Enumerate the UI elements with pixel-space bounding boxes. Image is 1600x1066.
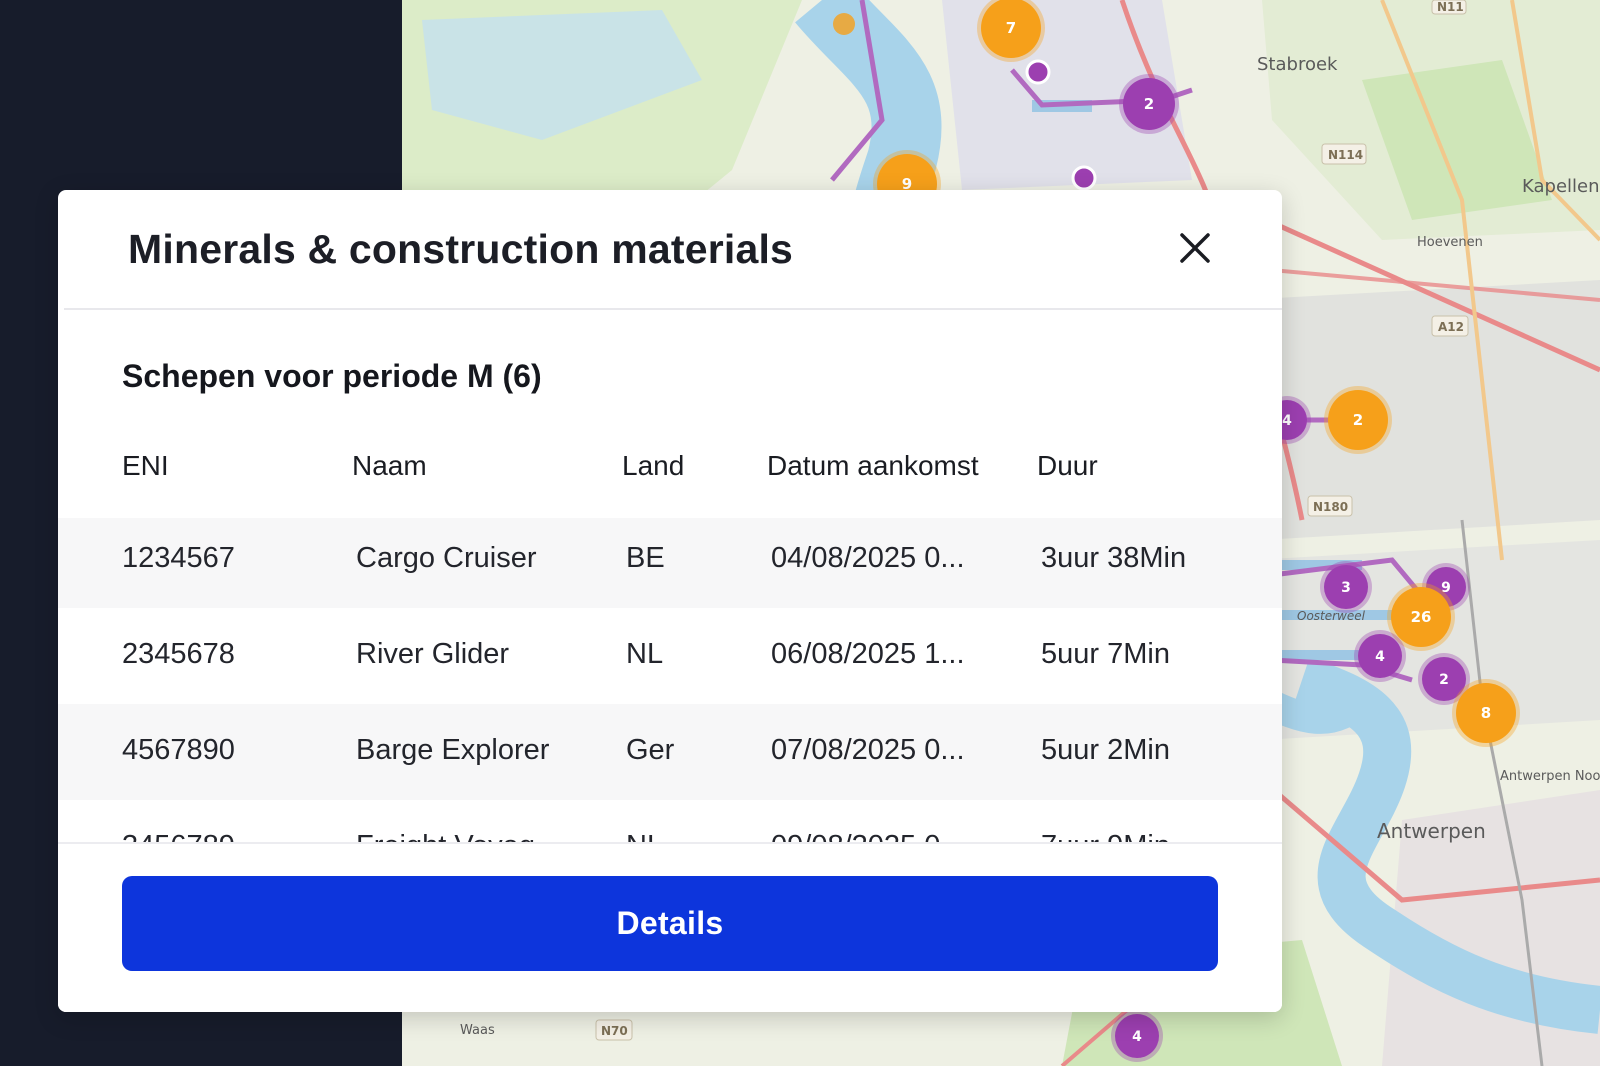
cell-naam: Barge Explorer — [356, 734, 550, 766]
road-badge-n180: N180 — [1307, 495, 1353, 517]
map-location-dot[interactable] — [833, 13, 855, 35]
column-header-datum-aankomst: Datum aankomst — [767, 450, 979, 481]
map-cluster-marker[interactable]: 2 — [1324, 386, 1392, 454]
cluster-count: 3 — [1341, 580, 1351, 596]
svg-text:N114: N114 — [1328, 148, 1363, 162]
cell-duur: 7uur 9Min — [1041, 830, 1170, 842]
cell-datum: 04/08/2025 0... — [771, 542, 965, 574]
road-badge-a12: A12 — [1431, 315, 1469, 337]
ship-list-modal: Minerals & construction materials Schepe… — [58, 190, 1282, 1012]
cluster-count: 7 — [1006, 19, 1016, 37]
road-badge-n70: N70 — [595, 1019, 633, 1041]
map-label-kapellen: Kapellen — [1522, 176, 1600, 197]
cell-duur: 5uur 2Min — [1041, 734, 1170, 766]
cell-land: Ger — [626, 734, 675, 766]
map-cluster-marker[interactable]: 3 — [1320, 561, 1372, 613]
cell-naam: Freight Voyag — [356, 830, 535, 842]
cluster-count: 2 — [1144, 95, 1154, 113]
table-row[interactable]: 1234567 Cargo Cruiser BE 04/08/2025 0...… — [58, 518, 1282, 608]
cell-eni: 4567890 — [122, 734, 235, 766]
modal-footer: Details — [58, 842, 1282, 1012]
column-header-land: Land — [622, 450, 685, 481]
column-header-naam: Naam — [352, 450, 427, 481]
column-header-eni: ENI — [122, 450, 169, 481]
cluster-count: 2 — [1353, 411, 1363, 429]
table-row[interactable]: 4567890 Barge Explorer Ger 07/08/2025 0.… — [58, 704, 1282, 800]
cell-eni: 2345678 — [122, 638, 235, 670]
cell-duur: 5uur 7Min — [1041, 638, 1170, 670]
modal-title: Minerals & construction materials — [128, 226, 794, 272]
map-label-waas: Waas — [460, 1023, 495, 1038]
map-cluster-marker[interactable]: 4 — [1354, 630, 1406, 682]
map-cluster-marker[interactable]: 2 — [1119, 74, 1179, 134]
cluster-count: 2 — [1439, 672, 1449, 688]
cluster-count: 4 — [1375, 649, 1385, 665]
map-label-stabroek: Stabroek — [1257, 54, 1338, 75]
cell-duur: 3uur 38Min — [1041, 542, 1187, 574]
cell-land: NL — [626, 830, 663, 842]
ship-table-body[interactable]: 1234567 Cargo Cruiser BE 04/08/2025 0...… — [58, 518, 1282, 842]
close-icon — [1180, 233, 1210, 263]
cell-land: NL — [626, 638, 664, 670]
cell-datum: 06/08/2025 1... — [771, 638, 965, 670]
section-title: Schepen voor periode M (6) — [122, 358, 542, 394]
svg-text:N11: N11 — [1437, 0, 1464, 14]
map-label-antwerpen: Antwerpen — [1377, 819, 1486, 843]
details-button[interactable]: Details — [122, 876, 1218, 971]
column-header-duur: Duur — [1037, 450, 1098, 481]
table-header: ENI Naam Land Datum aankomst Duur — [58, 450, 1282, 498]
map-location-dot[interactable] — [1071, 165, 1097, 191]
cell-eni: 3456789 — [122, 830, 235, 842]
cell-eni: 1234567 — [122, 542, 235, 574]
table-row[interactable]: 3456789 Freight Voyag NL 09/08/2025 0...… — [58, 800, 1282, 842]
cluster-count: 26 — [1411, 608, 1432, 626]
cluster-count: 8 — [1481, 704, 1491, 722]
cluster-count: 4 — [1282, 413, 1292, 429]
map-cluster-marker[interactable]: 4 — [1111, 1010, 1163, 1062]
cell-land: BE — [626, 542, 665, 574]
cluster-count: 4 — [1132, 1029, 1142, 1045]
table-row[interactable]: 2345678 River Glider NL 06/08/2025 1... … — [58, 608, 1282, 704]
svg-text:A12: A12 — [1438, 320, 1464, 334]
close-button[interactable] — [1177, 230, 1213, 266]
svg-text:N180: N180 — [1313, 500, 1348, 514]
cell-datum: 07/08/2025 0... — [771, 734, 965, 766]
map-label-hoevenen: Hoevenen — [1417, 235, 1483, 250]
cell-naam: Cargo Cruiser — [356, 542, 537, 574]
svg-text:N70: N70 — [601, 1024, 628, 1038]
cell-datum: 09/08/2025 0... — [771, 830, 965, 842]
cell-naam: River Glider — [356, 638, 510, 670]
road-badge-n11: N11 — [1431, 0, 1467, 15]
map-location-dot[interactable] — [1025, 59, 1051, 85]
road-badge-n114: N114 — [1321, 143, 1367, 165]
map-label-antwerpen-noord: Antwerpen Noord — [1500, 769, 1600, 784]
modal-header: Minerals & construction materials — [64, 190, 1282, 310]
map-cluster-marker[interactable]: 8 — [1452, 679, 1520, 747]
